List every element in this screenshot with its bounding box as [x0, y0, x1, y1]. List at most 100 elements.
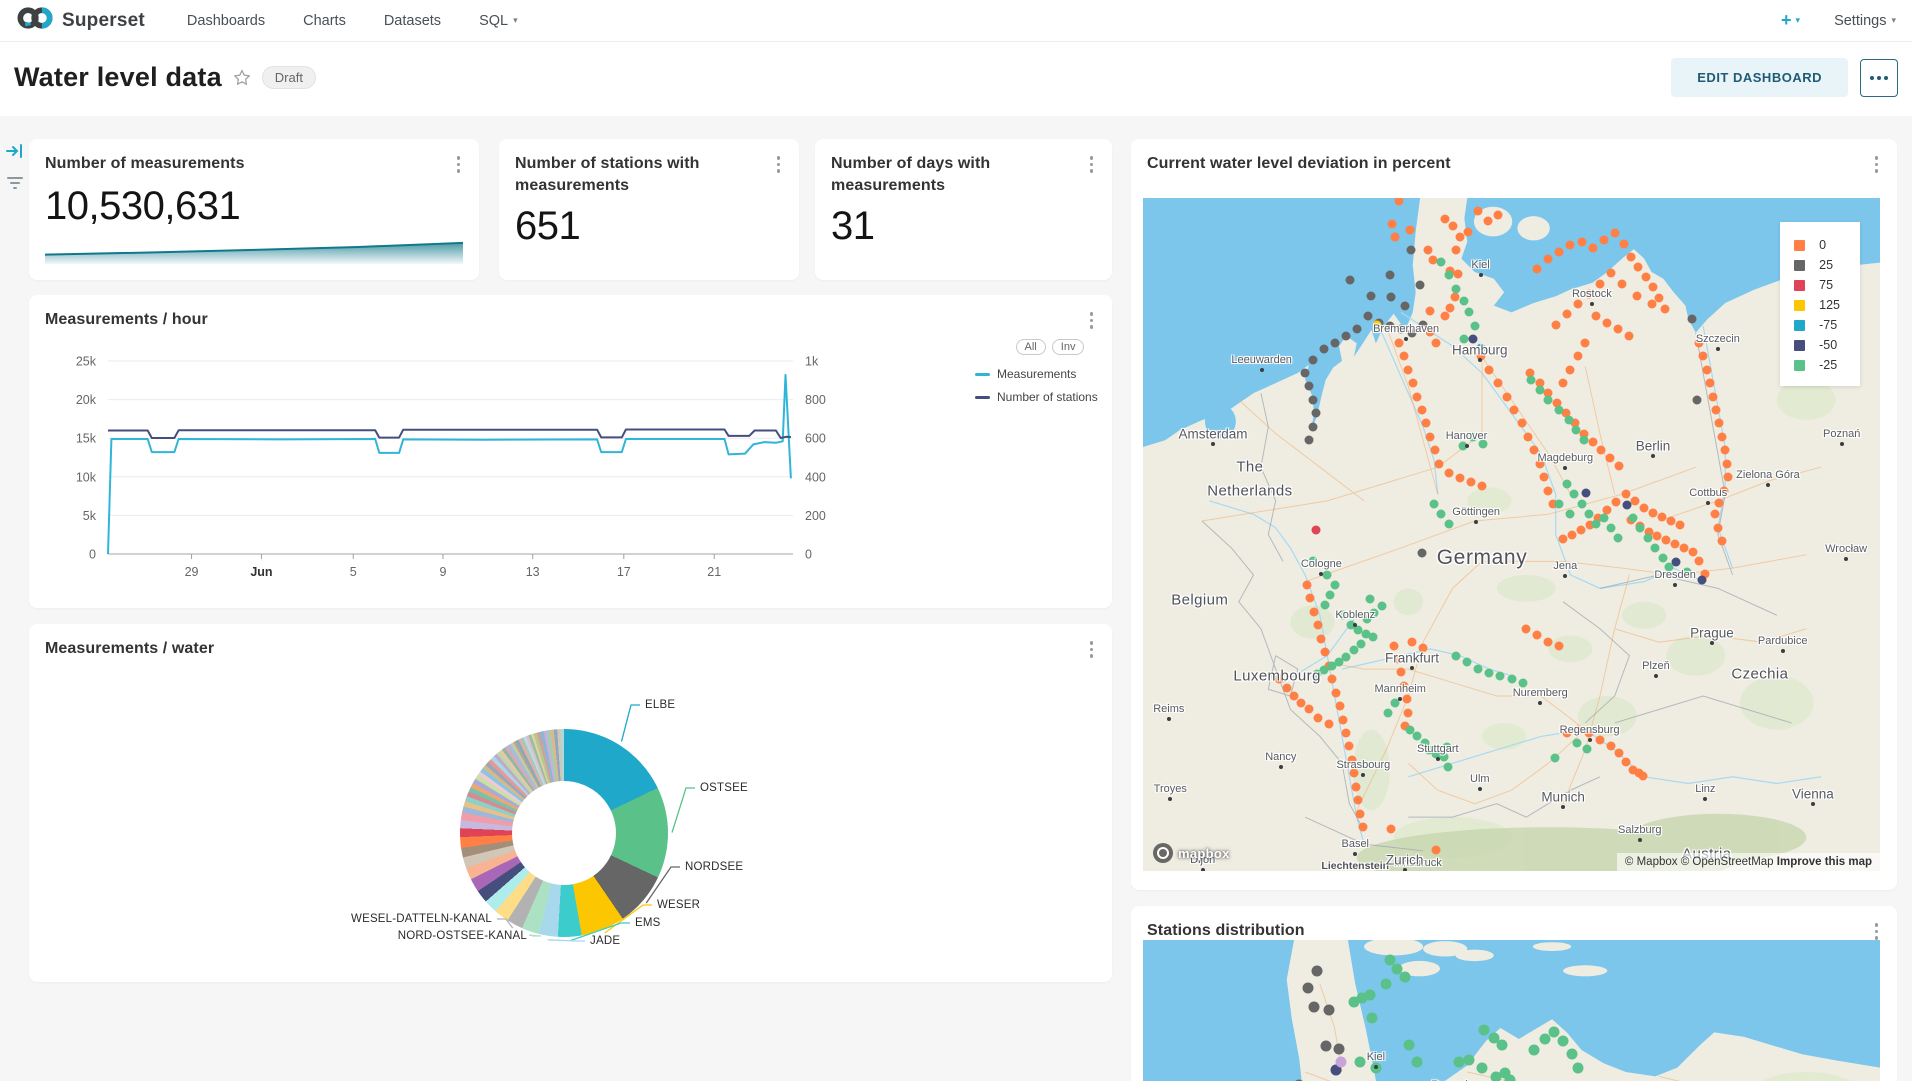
- station-dot[interactable]: [1352, 325, 1361, 334]
- station-dot[interactable]: [1381, 979, 1392, 990]
- station-dot[interactable]: [1441, 214, 1450, 223]
- station-dot[interactable]: [1625, 331, 1634, 340]
- station-dot[interactable]: [1599, 513, 1608, 522]
- more-options-icon[interactable]: [1085, 309, 1099, 332]
- station-dot[interactable]: [1606, 523, 1615, 532]
- station-dot[interactable]: [1606, 453, 1615, 462]
- station-dot[interactable]: [1610, 228, 1619, 237]
- station-dot[interactable]: [1724, 473, 1733, 482]
- station-dot[interactable]: [1572, 426, 1581, 435]
- station-dot[interactable]: [1314, 713, 1323, 722]
- station-dot[interactable]: [1323, 1005, 1334, 1016]
- station-dot[interactable]: [1675, 521, 1684, 530]
- station-dot[interactable]: [1550, 753, 1559, 762]
- station-dot[interactable]: [1453, 270, 1462, 279]
- improve-map-link[interactable]: Improve this map: [1777, 856, 1872, 868]
- station-dot[interactable]: [1313, 621, 1322, 630]
- station-dot[interactable]: [1320, 1041, 1331, 1052]
- station-dot[interactable]: [1688, 315, 1697, 324]
- station-dot[interactable]: [1572, 1062, 1583, 1073]
- station-dot[interactable]: [1428, 255, 1437, 264]
- station-dot[interactable]: [1408, 379, 1417, 388]
- station-dot[interactable]: [1450, 292, 1459, 301]
- station-dot[interactable]: [1649, 282, 1658, 291]
- station-dot[interactable]: [1301, 368, 1310, 377]
- legend-item[interactable]: Number of stations: [975, 390, 1125, 404]
- station-dot[interactable]: [1346, 276, 1355, 285]
- station-dot[interactable]: [1555, 247, 1564, 256]
- station-dot[interactable]: [1666, 517, 1675, 526]
- station-dot[interactable]: [1709, 392, 1718, 401]
- station-dot[interactable]: [1466, 478, 1475, 487]
- station-dot[interactable]: [1446, 303, 1455, 312]
- station-dot[interactable]: [1654, 293, 1663, 302]
- station-dot[interactable]: [1330, 580, 1339, 589]
- station-dot[interactable]: [1522, 624, 1531, 633]
- station-dot[interactable]: [1662, 535, 1671, 544]
- station-dot[interactable]: [1632, 291, 1641, 300]
- station-dot[interactable]: [1321, 601, 1330, 610]
- station-dot[interactable]: [1323, 570, 1332, 579]
- station-dot[interactable]: [1304, 436, 1313, 445]
- station-dot[interactable]: [1491, 1072, 1502, 1081]
- station-dot[interactable]: [1418, 548, 1427, 557]
- station-dot[interactable]: [1413, 392, 1422, 401]
- station-dot[interactable]: [1349, 646, 1358, 655]
- station-dot[interactable]: [1658, 554, 1667, 563]
- station-dot[interactable]: [1526, 375, 1535, 384]
- station-dot[interactable]: [1549, 1027, 1560, 1038]
- station-dot[interactable]: [1341, 331, 1350, 340]
- station-dot[interactable]: [1496, 671, 1505, 680]
- station-dot[interactable]: [1544, 486, 1553, 495]
- station-dot[interactable]: [1494, 379, 1503, 388]
- station-dot[interactable]: [1496, 1039, 1507, 1050]
- station-dot[interactable]: [1408, 638, 1417, 647]
- station-dot[interactable]: [1649, 508, 1658, 517]
- station-dot[interactable]: [1402, 695, 1411, 704]
- station-dot[interactable]: [1407, 245, 1416, 254]
- station-dot[interactable]: [1321, 648, 1330, 657]
- station-dot[interactable]: [1647, 300, 1656, 309]
- station-dot[interactable]: [1399, 352, 1408, 361]
- station-dot[interactable]: [1559, 534, 1568, 543]
- station-dot[interactable]: [1452, 651, 1461, 660]
- station-dot[interactable]: [1618, 280, 1627, 289]
- station-dot[interactable]: [1312, 409, 1321, 418]
- more-options-icon[interactable]: [1870, 153, 1884, 176]
- more-options-icon[interactable]: [772, 153, 786, 176]
- expand-filter-bar-button[interactable]: [0, 138, 30, 164]
- superset-logo[interactable]: Superset: [16, 5, 145, 36]
- legend-item[interactable]: Measurements: [975, 367, 1125, 381]
- station-dot[interactable]: [1626, 253, 1635, 262]
- station-dot[interactable]: [1577, 500, 1586, 509]
- line-chart[interactable]: 25k1k20k80015k60010k4005k2000029Jun59131…: [29, 341, 899, 591]
- station-dot[interactable]: [1341, 729, 1350, 738]
- legend-button-inv[interactable]: Inv: [1052, 339, 1085, 355]
- station-dot[interactable]: [1304, 382, 1313, 391]
- station-dot[interactable]: [1603, 318, 1612, 327]
- station-dot[interactable]: [1389, 641, 1398, 650]
- station-dot[interactable]: [1332, 688, 1341, 697]
- station-dot[interactable]: [1463, 658, 1472, 667]
- station-dot[interactable]: [1383, 708, 1392, 717]
- station-dot[interactable]: [1432, 846, 1441, 855]
- station-dot[interactable]: [1510, 405, 1519, 414]
- legend-button-all[interactable]: All: [1016, 339, 1046, 355]
- station-dot[interactable]: [1444, 520, 1453, 529]
- station-dot[interactable]: [1417, 405, 1426, 414]
- station-dot[interactable]: [1619, 239, 1628, 248]
- stations-map[interactable]: KielRostockBremerhaven: [1143, 940, 1880, 1081]
- mapbox-attribution-link[interactable]: © Mapbox: [1625, 856, 1678, 868]
- station-dot[interactable]: [1579, 436, 1588, 445]
- station-dot[interactable]: [1412, 1056, 1423, 1067]
- edit-dashboard-button[interactable]: EDIT DASHBOARD: [1671, 58, 1848, 97]
- station-dot[interactable]: [1693, 395, 1702, 404]
- station-dot[interactable]: [1533, 631, 1542, 640]
- station-dot[interactable]: [1507, 675, 1516, 684]
- station-dot[interactable]: [1474, 207, 1483, 216]
- station-dot[interactable]: [1309, 607, 1318, 616]
- station-dot[interactable]: [1634, 262, 1643, 271]
- station-dot[interactable]: [1424, 246, 1433, 255]
- station-dot[interactable]: [1718, 432, 1727, 441]
- station-dot[interactable]: [1564, 416, 1573, 425]
